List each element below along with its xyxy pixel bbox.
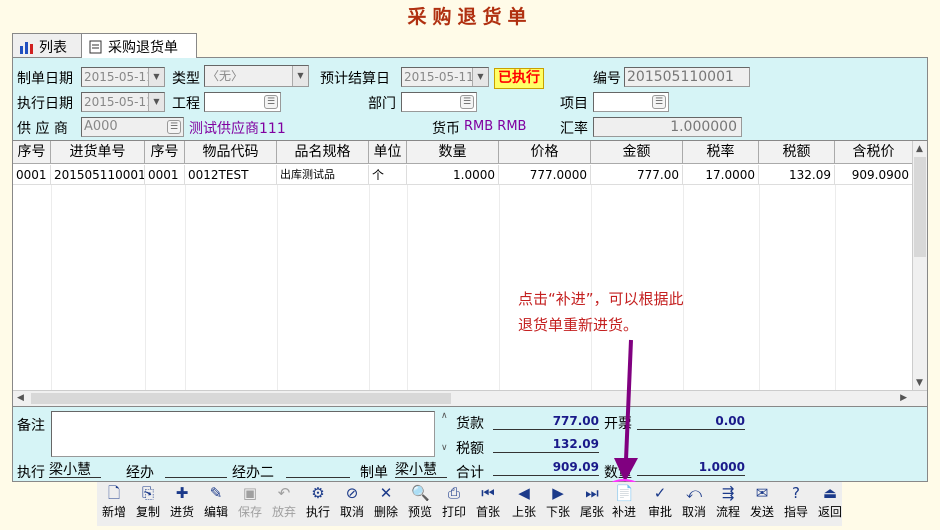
toolbar-button-execute[interactable]: ⚙ 执行 — [301, 483, 335, 525]
prev-icon: ◀ — [518, 484, 530, 502]
next-icon: ▶ — [552, 484, 564, 502]
cancel-exec-icon: ⊘ — [345, 484, 359, 502]
toolbar-button-label: 预览 — [407, 505, 432, 519]
last-icon: ⏭ — [585, 484, 599, 502]
toolbar-button-first[interactable]: ⏮ 首张 — [471, 483, 505, 525]
toolbar-button-label: 删除 — [373, 505, 398, 519]
cancel-approve-icon: ⤺ — [685, 484, 703, 502]
toolbar-button-save[interactable]: ▣ 保存 — [233, 483, 267, 525]
execute-icon: ⚙ — [311, 484, 325, 502]
toolbar-button-label: 进货 — [169, 505, 194, 519]
toolbar-button-label: 指导 — [783, 505, 808, 519]
copy-icon: ⎘ — [141, 484, 154, 502]
toolbar-button-send[interactable]: ✉ 发送 — [745, 483, 779, 525]
toolbar-button-label: 新增 — [101, 505, 126, 519]
replenish-icon: 📄 — [615, 484, 634, 502]
toolbar-button-prev[interactable]: ◀ 上张 — [507, 483, 541, 525]
approve-icon: ✓ — [653, 484, 667, 502]
workflow-icon: ⇶ — [721, 484, 735, 502]
toolbar-button-label: 尾张 — [579, 505, 604, 519]
toolbar-button-label: 发送 — [749, 505, 774, 519]
toolbar: 🗋 新增 ⎘ 复制 ✚ 进货 ✎ 编辑 ▣ 保存 ↶ 放弃 ⚙ 执行 ⊘ 取消 ✕ 删除 🔍 预览 ⎙ 打印 ⏮ 首张 ◀ 上张 ▶… — [97, 482, 842, 526]
return-icon: ⏏ — [822, 484, 838, 502]
toolbar-button-cancel-approve[interactable]: ⤺ 取消 — [677, 483, 711, 525]
toolbar-button-next[interactable]: ▶ 下张 — [541, 483, 575, 525]
undo-icon: ↶ — [277, 484, 291, 502]
toolbar-button-print[interactable]: ⎙ 打印 — [437, 483, 471, 525]
toolbar-button-edit[interactable]: ✎ 编辑 — [199, 483, 233, 525]
toolbar-button-label: 编辑 — [203, 505, 228, 519]
toolbar-button-return[interactable]: ⏏ 返回 — [813, 483, 847, 525]
toolbar-button-delete[interactable]: ✕ 删除 — [369, 483, 403, 525]
toolbar-button-label: 流程 — [715, 505, 740, 519]
annotation-arrow — [599, 339, 649, 525]
toolbar-button-cancel-exec[interactable]: ⊘ 取消 — [335, 483, 369, 525]
tab-purchase-return-label: 采购退货单 — [108, 40, 178, 56]
print-icon: ⎙ — [447, 484, 460, 502]
toolbar-button-preview[interactable]: 🔍 预览 — [403, 483, 437, 525]
toolbar-button-workflow[interactable]: ⇶ 流程 — [711, 483, 745, 525]
tab-purchase-return[interactable]: 采购退货单 — [81, 33, 197, 58]
toolbar-button-label: 取消 — [681, 505, 706, 519]
toolbar-button-label: 下张 — [545, 505, 570, 519]
new-icon: 🗋 — [107, 484, 121, 502]
toolbar-button-guide[interactable]: ? 指导 — [779, 483, 813, 525]
toolbar-button-replenish[interactable]: 📄 补进 — [607, 483, 641, 525]
toolbar-button-label: 首张 — [475, 505, 500, 519]
first-icon: ⏮ — [481, 484, 495, 502]
toolbar-button-label: 取消 — [339, 505, 364, 519]
edit-icon: ✎ — [209, 484, 223, 502]
toolbar-button-label: 保存 — [237, 505, 262, 519]
toolbar-button-approve[interactable]: ✓ 审批 — [643, 483, 677, 525]
toolbar-button-undo[interactable]: ↶ 放弃 — [267, 483, 301, 525]
stock-in-icon: ✚ — [175, 484, 189, 502]
toolbar-button-stock-in[interactable]: ✚ 进货 — [165, 483, 199, 525]
toolbar-button-label: 复制 — [135, 505, 160, 519]
toolbar-button-label: 打印 — [441, 505, 466, 519]
toolbar-button-new[interactable]: 🗋 新增 — [97, 483, 131, 525]
toolbar-button-label: 补进 — [611, 505, 636, 519]
delete-icon: ✕ — [379, 484, 393, 502]
send-icon: ✉ — [755, 484, 769, 502]
toolbar-button-label: 返回 — [817, 505, 842, 519]
save-icon: ▣ — [242, 484, 258, 502]
document-icon — [89, 40, 102, 54]
toolbar-button-label: 执行 — [305, 505, 330, 519]
toolbar-button-copy[interactable]: ⎘ 复制 — [131, 483, 165, 525]
preview-icon: 🔍 — [411, 484, 430, 502]
toolbar-button-label: 上张 — [511, 505, 536, 519]
guide-icon: ? — [792, 484, 800, 502]
toolbar-button-label: 审批 — [647, 505, 672, 519]
toolbar-button-last[interactable]: ⏭ 尾张 — [575, 483, 609, 525]
toolbar-button-label: 放弃 — [271, 505, 296, 519]
